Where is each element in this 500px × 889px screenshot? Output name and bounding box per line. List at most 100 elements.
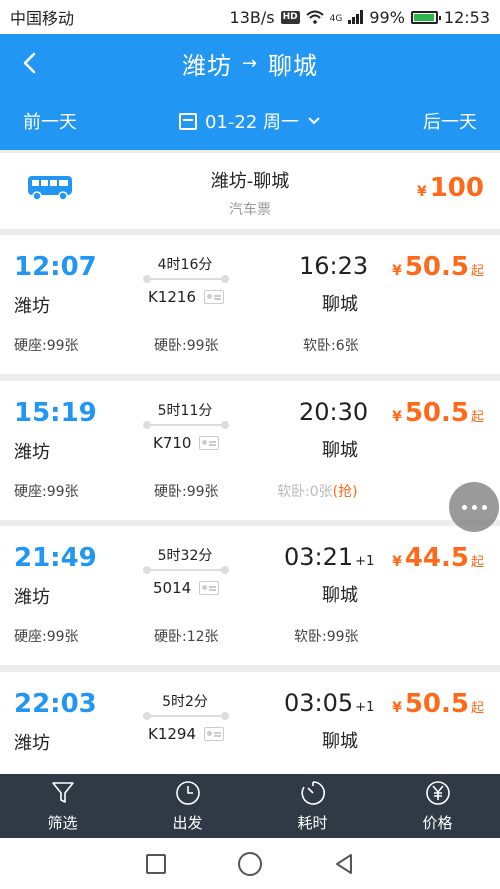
tab-label: 筛选 [47,813,78,832]
id-card-icon [204,290,225,304]
arrival-time: 03:05 +1 [284,689,374,717]
system-navigation-bar [0,838,500,889]
prev-day-button[interactable]: 前一天 [23,108,77,134]
date-bar: 前一天 01-22 周一 后一天 [0,92,500,150]
bottom-tab-bar: 筛选 出发 耗时 价格 [0,774,500,838]
page-title: 潍坊 → 聊城 [182,46,318,81]
id-card-icon [204,727,225,741]
arrival-station: 聊城 [322,440,358,461]
currency-symbol: ¥ [416,184,427,200]
seat-hard-sleeper: 硬卧:99张 [154,338,219,354]
network-speed: 13B/s [229,7,275,27]
train-number-row: K710 [153,434,220,452]
destination-city: 聊城 [268,51,319,80]
train-price: ¥ 50.5 起 [392,689,484,719]
price-amount: 100 [429,173,484,203]
seat-soft-sleeper-count: 软卧:0张 [277,484,333,500]
duration-line [143,712,229,720]
arrival-time-value: 03:05 [284,689,354,717]
tab-filter[interactable]: 筛选 [0,774,125,838]
train-number: K710 [153,434,192,452]
train-card[interactable]: 15:19 潍坊 5时11分 K710 20:30 聊城 ¥ 50.5 起 硬座… [0,381,500,520]
departure-station: 潍坊 [14,733,50,754]
more-floating-button[interactable] [449,482,499,532]
home-icon[interactable] [237,851,263,877]
id-card-icon [199,581,220,595]
date-picker[interactable]: 01-22 周一 [178,108,321,134]
train-number-row: K1216 [148,288,225,306]
back-triangle-icon[interactable] [332,852,356,876]
arrival-station: 聊城 [322,731,358,752]
price-from-label: 起 [470,701,484,716]
tab-price[interactable]: 价格 [375,774,500,838]
train-card[interactable]: 21:49 潍坊 5时32分 5014 03:21 +1 聊城 ¥ 44.5 起 … [0,526,500,665]
back-button[interactable] [16,50,42,76]
arrival-station: 聊城 [322,294,358,315]
price-from-label: 起 [470,555,484,570]
next-day-button[interactable]: 后一天 [423,108,477,134]
dot-icon [461,504,467,510]
arrival-time: 20:30 [299,398,370,426]
wifi-icon [305,10,324,24]
tab-duration[interactable]: 耗时 [250,774,375,838]
currency-symbol: ¥ [392,700,402,716]
train-price: ¥ 44.5 起 [392,543,484,573]
tab-label: 耗时 [297,813,328,832]
duration: 5时11分 [157,403,213,419]
price-amount: 44.5 [404,543,469,573]
tab-label: 价格 [422,813,453,832]
train-card[interactable]: 22:03 潍坊 5时2分 K1294 03:05 +1 聊城 ¥ 50.5 起 [0,672,500,774]
duration-line [143,421,229,429]
battery-percent: 99% [369,7,405,27]
price-amount: 50.5 [404,398,469,428]
next-day-marker: +1 [355,554,375,569]
clock: 12:53 [443,7,490,27]
seat-hard-sleeper: 硬卧:99张 [154,484,219,500]
arrival-time: 16:23 [299,252,370,280]
tab-label: 出发 [172,813,203,832]
departure-time: 12:07 [14,252,97,282]
bus-ticket-card[interactable]: 潍坊-聊城 汽车票 ¥ 100 [0,153,500,229]
seat-hard-seat: 硬座:99张 [14,484,79,500]
arrival-time-value: 16:23 [299,252,369,280]
duration: 5时2分 [162,694,208,710]
arrival-station: 聊城 [322,585,358,606]
duration: 5时32分 [157,548,213,564]
route-arrow: → [241,52,259,74]
header-top: 潍坊 → 聊城 [0,34,500,92]
timer-icon [300,780,325,805]
currency-symbol: ¥ [392,263,402,279]
tab-departure[interactable]: 出发 [125,774,250,838]
duration-line [143,566,229,574]
yen-icon [425,780,450,805]
date-label: 01-22 周一 [204,112,300,133]
departure-time: 21:49 [14,543,97,573]
train-card[interactable]: 12:07 潍坊 4时16分 K1216 16:23 聊城 ¥ 50.5 起 硬… [0,235,500,374]
price-from-label: 起 [470,264,484,279]
arrival-time-value: 03:21 [284,543,354,571]
departure-time: 15:19 [14,398,97,428]
next-day-marker: +1 [355,700,375,715]
currency-symbol: ¥ [392,554,402,570]
seat-soft-sleeper: 软卧:6张 [303,338,359,354]
duration-line [143,275,229,283]
seat-soft-sleeper: 软卧:0张(抢) [277,481,358,501]
app-header: 潍坊 → 聊城 前一天 01-22 周一 后一天 [0,34,500,150]
dot-icon [471,504,477,510]
price-amount: 50.5 [404,689,469,719]
origin-city: 潍坊 [181,51,232,80]
price-amount: 50.5 [404,252,469,282]
filter-icon [51,781,74,803]
clock-icon [175,780,200,805]
carrier-label: 中国移动 [10,9,75,28]
price-from-label: 起 [470,410,484,425]
seat-hard-sleeper: 硬卧:12张 [154,629,219,645]
grab-ticket-link[interactable]: (抢) [333,484,358,500]
train-number: K1294 [148,725,197,743]
dot-icon [481,504,487,510]
recents-icon[interactable] [144,852,168,876]
network-type: 4G [329,13,343,24]
battery-icon [410,10,441,24]
train-number: 5014 [153,579,192,597]
seat-hard-seat: 硬座:99张 [14,338,79,354]
